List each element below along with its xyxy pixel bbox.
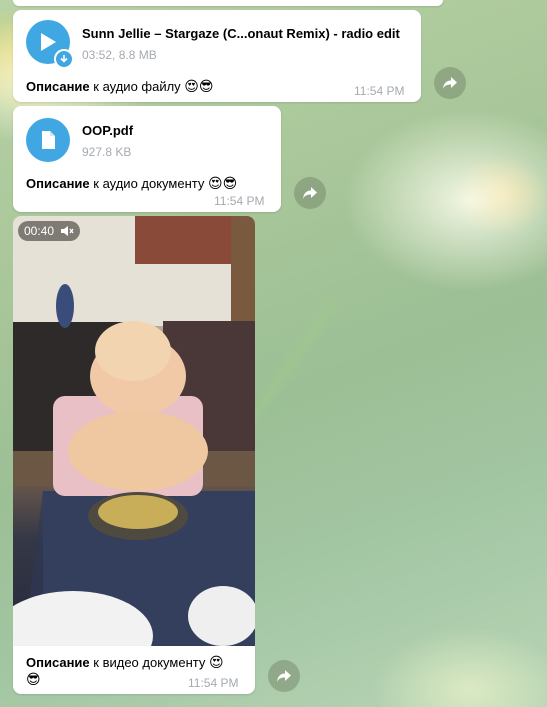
message-time: 11:54 PM — [214, 194, 265, 208]
video-caption-bubble: Описание к видео документу 😍 😎 11:54 PM — [13, 646, 255, 694]
file-caption: Описание к аудио документу 😍😎 — [26, 175, 237, 192]
share-icon — [303, 187, 317, 199]
caption-emoji: 😎 — [26, 671, 41, 687]
file-message-bubble[interactable]: OOP.pdf 927.8 KB Описание к аудио докуме… — [13, 106, 281, 212]
file-icon — [42, 131, 55, 149]
caption-emoji: 😍😎 — [184, 78, 214, 94]
caption-emoji: 😍😎 — [207, 175, 238, 191]
audio-caption: Описание к аудио файлу 😍😎 — [26, 78, 214, 95]
download-icon — [60, 55, 68, 63]
caption-emoji: 😍 — [208, 654, 224, 670]
message-time: 11:54 PM — [188, 676, 239, 690]
video-duration: 00:40 — [24, 224, 55, 238]
caption-bold: Описание — [26, 79, 90, 94]
video-duration-badge: 00:40 — [18, 221, 81, 241]
caption-text: к аудио файлу — [89, 79, 185, 94]
caption-bold: Описание — [26, 655, 90, 670]
share-button[interactable] — [294, 177, 326, 209]
caption-text: к аудио документу — [89, 176, 208, 191]
file-title: OOP.pdf — [82, 123, 134, 138]
file-meta: 927.8 KB — [82, 145, 132, 159]
audio-message-bubble[interactable]: Sunn Jellie – Stargaze (C...onaut Remix)… — [13, 10, 421, 102]
download-button[interactable] — [54, 49, 74, 69]
audio-meta: 03:52, 8.8 MB — [82, 48, 157, 62]
file-open-button[interactable] — [26, 118, 70, 162]
share-button[interactable] — [268, 660, 300, 692]
audio-title: Sunn Jellie – Stargaze (C...onaut Remix)… — [82, 26, 400, 41]
caption-bold: Описание — [26, 176, 90, 191]
message-time: 11:54 PM — [354, 84, 405, 98]
muted-speaker-icon[interactable] — [60, 225, 74, 237]
share-button[interactable] — [434, 67, 466, 99]
play-icon — [41, 33, 56, 51]
video-frame-illustration — [13, 216, 255, 646]
video-caption-line2: 😎 — [26, 671, 41, 688]
previous-message-bubble-edge — [13, 0, 443, 6]
share-icon — [277, 670, 291, 682]
video-preview[interactable] — [13, 216, 255, 646]
video-caption: Описание к видео документу 😍 — [26, 654, 224, 671]
caption-text: к видео документу — [89, 655, 209, 670]
share-icon — [443, 77, 457, 89]
